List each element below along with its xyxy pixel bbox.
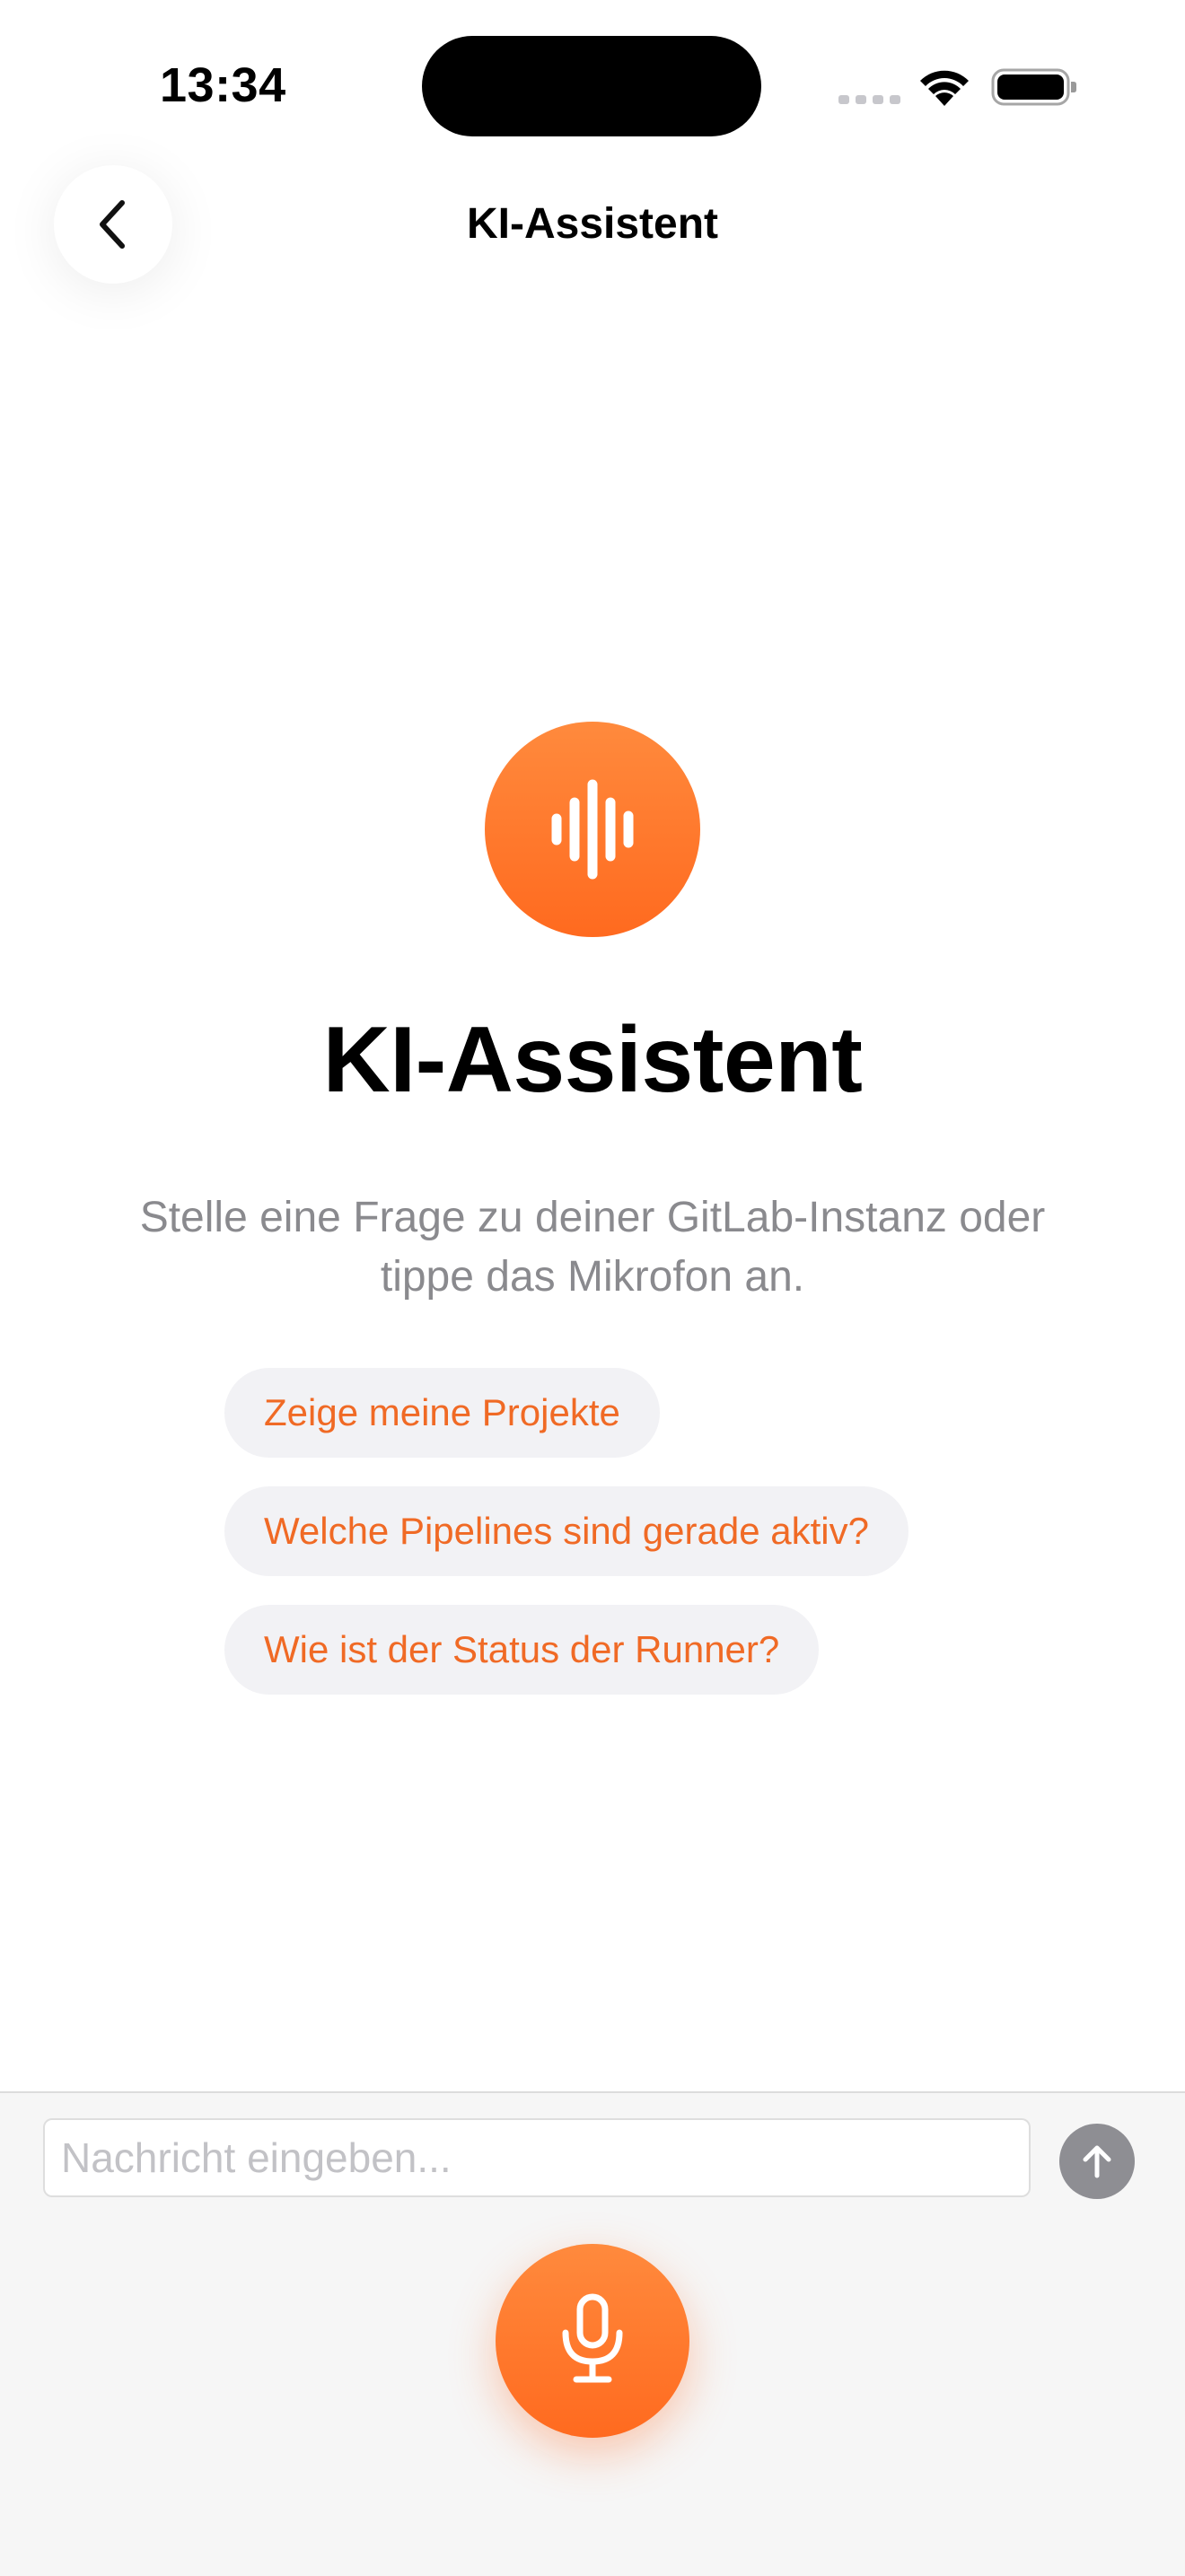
cellular-signal-icon <box>838 95 900 104</box>
message-input[interactable] <box>43 2118 1031 2197</box>
battery-icon <box>991 68 1076 106</box>
composer <box>0 2091 1185 2576</box>
nav-title: KI-Assistent <box>466 200 719 248</box>
suggestion-chip-runners[interactable]: Wie ist der Status der Runner? <box>224 1605 820 1695</box>
send-button[interactable] <box>1059 2124 1135 2199</box>
microphone-button[interactable] <box>496 2244 689 2438</box>
waveform-icon <box>551 779 634 880</box>
suggestion-list: Zeige meine Projekte Welche Pipelines si… <box>224 1368 1032 1723</box>
status-bar: 13:34 <box>0 0 1185 171</box>
status-time: 13:34 <box>160 58 286 112</box>
dynamic-island <box>422 36 761 136</box>
suggestion-chip-projects[interactable]: Zeige meine Projekte <box>224 1368 660 1458</box>
microphone-icon <box>562 2293 623 2383</box>
assistant-badge <box>485 722 700 937</box>
hero-title: KI-Assistent <box>322 1008 863 1112</box>
suggestion-chip-pipelines[interactable]: Welche Pipelines sind gerade aktiv? <box>224 1486 908 1576</box>
navigation-bar: KI-Assistent <box>0 162 1185 287</box>
wifi-icon <box>920 70 969 106</box>
hero-subtitle: Stelle eine Frage zu deiner GitLab-Insta… <box>139 1194 1046 1301</box>
arrow-up-icon <box>1083 2145 1111 2178</box>
